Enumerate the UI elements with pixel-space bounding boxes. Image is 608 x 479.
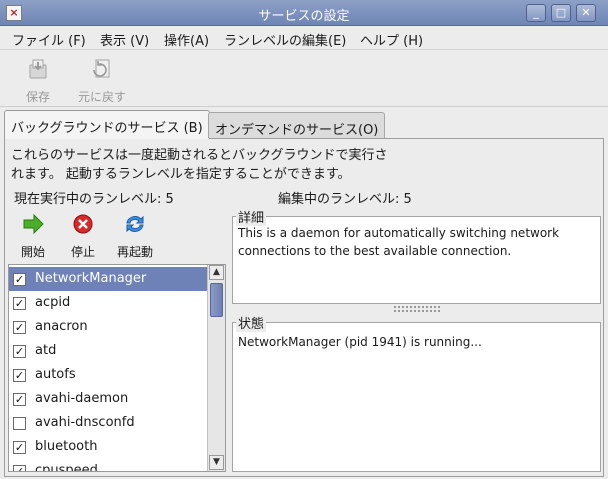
pane-resize-handle[interactable] xyxy=(394,306,440,312)
revert-icon xyxy=(93,59,110,78)
service-name: atd xyxy=(35,343,57,358)
current-runlevel: 現在実行中のランレベル: 5 xyxy=(14,192,174,207)
minimize-button[interactable]: _ xyxy=(526,4,546,22)
description-line-1: これらのサービスは一度起動されるとバックグラウンドで実行さ xyxy=(11,148,388,163)
toolbar: 保存 元に戻す xyxy=(0,51,608,107)
menu-help[interactable]: ヘルプ (H) xyxy=(360,30,423,49)
scroll-down-arrow-icon[interactable]: ▼ xyxy=(209,455,224,470)
menu-bar: ファイル (F) 表示 (V) 操作(A) ランレベルの編集(E) ヘルプ (H… xyxy=(0,26,608,50)
list-item-acpid[interactable]: ✓ acpid xyxy=(9,291,207,315)
service-name: avahi-daemon xyxy=(35,391,129,406)
list-item-autofs[interactable]: ✓ autofs xyxy=(9,363,207,387)
revert-button[interactable]: 元に戻す xyxy=(72,57,132,105)
service-name: cpuspeed xyxy=(35,463,98,472)
description-line-2: れます。 起動するランレベルを指定することができます。 xyxy=(11,167,351,182)
maximize-button[interactable]: □ xyxy=(551,4,571,22)
menu-view[interactable]: 表示 (V) xyxy=(100,30,149,49)
restart-icon xyxy=(126,215,144,233)
service-checkbox[interactable]: ✓ xyxy=(13,345,26,358)
restart-button[interactable]: 再起動 xyxy=(112,214,158,260)
status-panel: NetworkManager (pid 1941) is running... xyxy=(232,322,601,472)
tab-background-services[interactable]: バックグラウンドのサービス (B) xyxy=(4,110,210,139)
service-checkbox[interactable]: ✓ xyxy=(13,465,26,471)
service-list[interactable]: ✓ NetworkManager ✓ acpid ✓ anacron ✓ atd… xyxy=(8,264,226,472)
service-name: NetworkManager xyxy=(35,271,147,286)
menu-edit-runlevel[interactable]: ランレベルの編集(E) xyxy=(224,30,346,49)
revert-label: 元に戻す xyxy=(77,90,126,104)
service-checkbox[interactable]: ✓ xyxy=(13,369,26,382)
service-checkbox[interactable]: ✓ xyxy=(13,393,26,406)
service-name: autofs xyxy=(35,367,76,382)
start-button[interactable]: 開始 xyxy=(18,213,48,260)
list-item-networkmanager[interactable]: ✓ NetworkManager xyxy=(9,267,207,291)
window-title: サービスの設定 xyxy=(258,9,350,24)
details-line-1: This is a daemon for automatically switc… xyxy=(238,226,560,240)
editing-runlevel: 編集中のランレベル: 5 xyxy=(278,192,412,207)
details-text: This is a daemon for automatically switc… xyxy=(238,224,559,260)
tab-ondemand-services[interactable]: オンデマンドのサービス(O) xyxy=(208,112,386,138)
service-actions: 開始 停止 再起動 xyxy=(8,208,228,260)
list-item-avahi-dnsconfd[interactable]: avahi-dnsconfd xyxy=(9,411,207,435)
service-checkbox[interactable]: ✓ xyxy=(13,273,26,286)
service-checkbox[interactable]: ✓ xyxy=(13,441,26,454)
menu-action[interactable]: 操作(A) xyxy=(164,30,209,49)
restart-label: 再起動 xyxy=(116,245,153,259)
service-checkbox[interactable]: ✓ xyxy=(13,321,26,334)
status-text: NetworkManager (pid 1941) is running... xyxy=(238,335,482,349)
scroll-thumb[interactable] xyxy=(210,283,223,317)
details-panel: This is a daemon for automatically switc… xyxy=(232,216,601,304)
list-item-bluetooth[interactable]: ✓ bluetooth xyxy=(9,435,207,459)
status-label: 状態 xyxy=(236,313,267,332)
scroll-up-arrow-icon[interactable]: ▲ xyxy=(209,265,224,280)
description: これらのサービスは一度起動されるとバックグラウンドで実行さ れます。 起動するラ… xyxy=(11,146,411,184)
list-item-atd[interactable]: ✓ atd xyxy=(9,339,207,363)
service-name: bluetooth xyxy=(35,439,98,454)
save-label: 保存 xyxy=(25,90,50,104)
service-name: anacron xyxy=(35,319,88,334)
start-arrow-icon xyxy=(23,213,44,235)
list-scrollbar[interactable]: ▲ ▼ xyxy=(207,265,225,471)
details-line-2: connections to the best available connec… xyxy=(238,244,512,258)
start-label: 開始 xyxy=(20,245,45,259)
list-item-anacron[interactable]: ✓ anacron xyxy=(9,315,207,339)
service-name: avahi-dnsconfd xyxy=(35,415,135,430)
menu-file[interactable]: ファイル (F) xyxy=(12,30,86,49)
stop-label: 停止 xyxy=(70,245,95,259)
title-bar: × サービスの設定 _ □ ✕ xyxy=(0,0,608,26)
stop-button[interactable]: 停止 xyxy=(68,214,98,260)
save-icon xyxy=(29,59,47,79)
details-label: 詳細 xyxy=(236,207,267,226)
stop-icon xyxy=(73,214,93,234)
list-item-cpuspeed[interactable]: ✓ cpuspeed xyxy=(9,459,207,472)
close-button[interactable]: ✕ xyxy=(576,4,596,22)
service-checkbox[interactable] xyxy=(13,417,26,430)
list-item-avahi-daemon[interactable]: ✓ avahi-daemon xyxy=(9,387,207,411)
service-checkbox[interactable]: ✓ xyxy=(13,297,26,310)
service-name: acpid xyxy=(35,295,71,310)
save-button[interactable]: 保存 xyxy=(8,57,68,105)
